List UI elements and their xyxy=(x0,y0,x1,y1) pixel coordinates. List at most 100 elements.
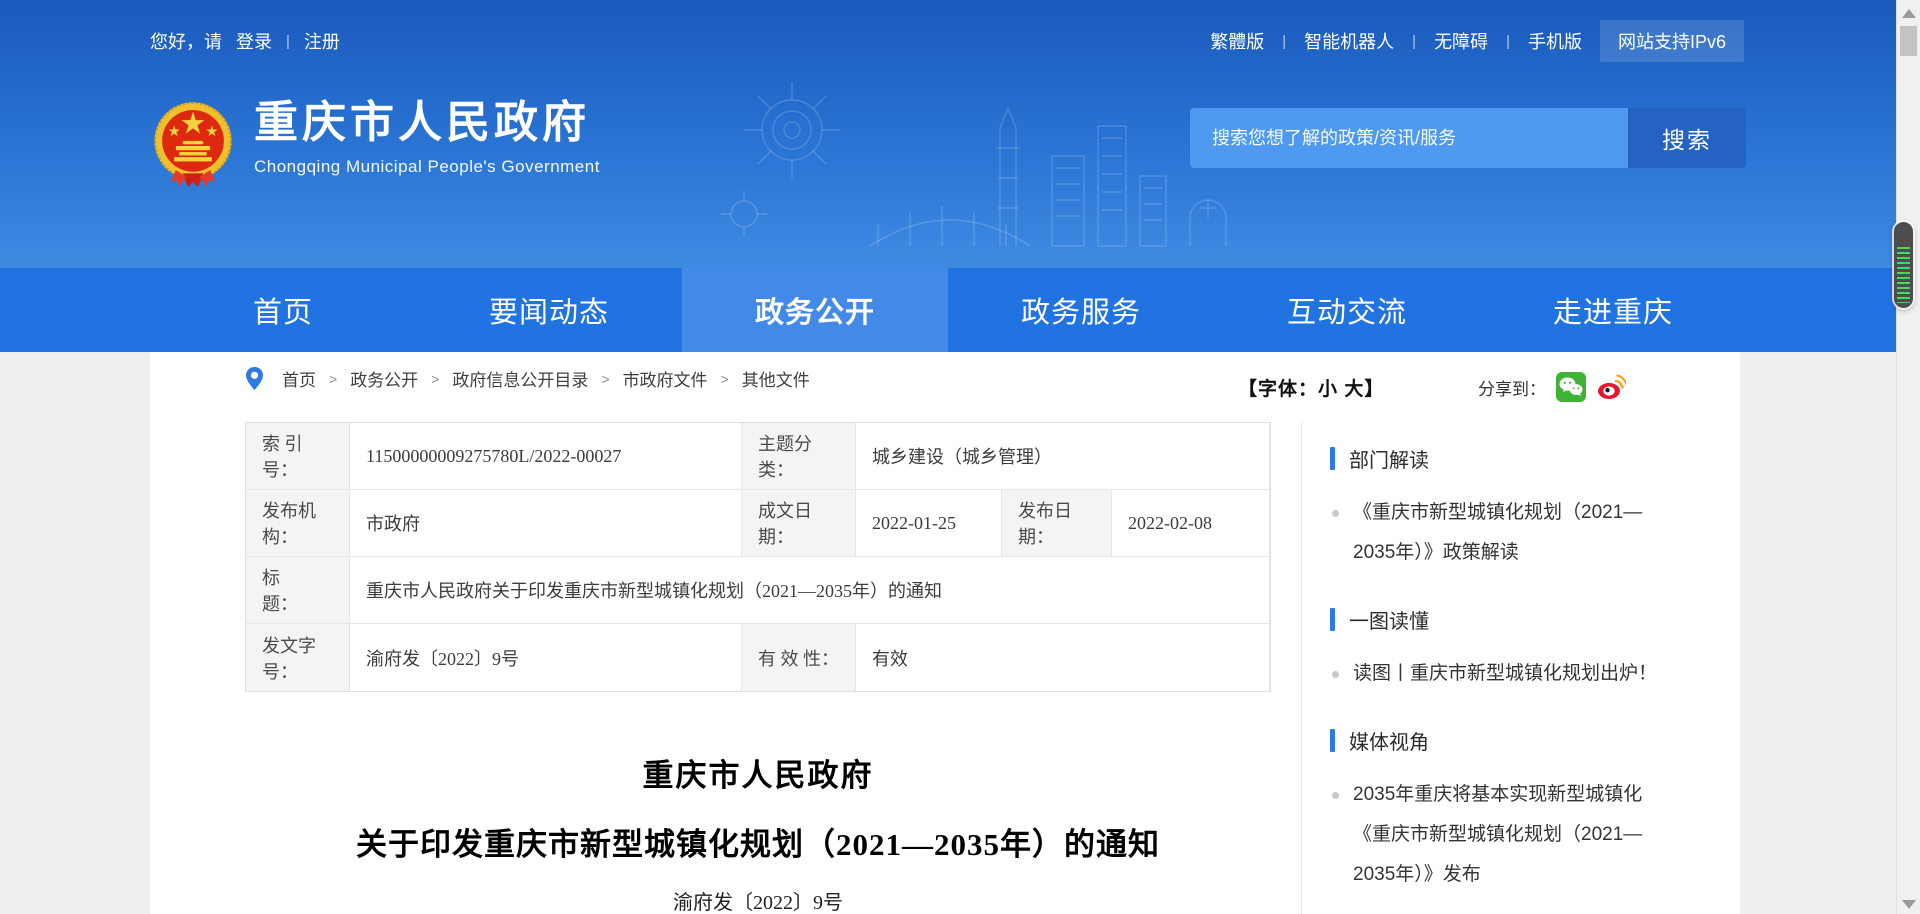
meta-index-value: 11500000009275780L/2022-00027 xyxy=(350,423,742,490)
location-pin-icon xyxy=(246,367,263,390)
login-link[interactable]: 登录 xyxy=(236,28,272,54)
nav-item-interaction[interactable]: 互动交流 xyxy=(1214,268,1480,352)
meta-validity-label: 有 效 性： xyxy=(742,624,856,691)
meta-agency-label: 发布机构： xyxy=(246,490,350,557)
utility-links: 繁體版 | 智能机器人 | 无障碍 | 手机版 网站支持IPv6 xyxy=(1210,20,1744,62)
crumb-city-documents[interactable]: 市政府文件 xyxy=(623,366,708,391)
meta-agency-value: 市政府 xyxy=(350,490,742,557)
main-nav: 首页 要闻动态 政务公开 政务服务 互动交流 走进重庆 xyxy=(0,268,1896,352)
font-larger-button[interactable]: 大 xyxy=(1344,379,1364,400)
site-header: 您好，请 登录 | 注册 繁體版 | 智能机器人 | 无障碍 | 手机版 网站支… xyxy=(0,0,1896,268)
breadcrumb: 首页 > 政务公开 > 政府信息公开目录 > 市政府文件 > 其他文件 xyxy=(246,366,810,391)
meta-topic-value: 城乡建设（城乡管理） xyxy=(856,423,1270,490)
separator: | xyxy=(1282,33,1286,50)
national-emblem-icon xyxy=(150,98,236,194)
sidebar-link-item[interactable]: 读图丨重庆市新型城镇化规划出炉！ xyxy=(1330,654,1730,694)
document-metadata-table: 索 引 号： 11500000009275780L/2022-00027 主题分… xyxy=(245,422,1271,692)
separator: | xyxy=(1412,33,1416,50)
document-issuer: 重庆市人民政府 xyxy=(245,750,1271,795)
sidebar-link-item[interactable]: 2035年重庆将基本实现新型城镇化 《重庆市新型城镇化规划（2021—2035年… xyxy=(1330,775,1730,895)
browser-page: 您好，请 登录 | 注册 繁體版 | 智能机器人 | 无障碍 | 手机版 网站支… xyxy=(0,0,1920,914)
share-bar: 分享到： xyxy=(1478,372,1626,402)
font-size-suffix: 】 xyxy=(1364,379,1384,400)
meta-topic-label: 主题分类： xyxy=(742,423,856,490)
font-size-control: 【字体：小 大】 xyxy=(1238,374,1384,401)
sidebar-link[interactable]: 《重庆市新型城镇化规划（2021—2035年）》政策解读 xyxy=(1353,493,1661,573)
traditional-chinese-link[interactable]: 繁體版 xyxy=(1210,28,1264,54)
meta-publish-date-value: 2022-02-08 xyxy=(1112,490,1270,557)
meta-validity-value: 有效 xyxy=(856,624,1270,691)
section-title-text: 一图读懂 xyxy=(1349,605,1429,634)
search-input[interactable] xyxy=(1190,108,1628,168)
nav-item-gov-info[interactable]: 政务公开 xyxy=(682,268,948,352)
crumb-separator: > xyxy=(721,371,729,387)
content-background: 首页 > 政务公开 > 政府信息公开目录 > 市政府文件 > 其他文件 【字体：… xyxy=(0,352,1896,914)
scrollbar-down-arrow-icon[interactable] xyxy=(1902,900,1916,909)
crumb-info-catalog[interactable]: 政府信息公开目录 xyxy=(452,366,588,391)
document-number: 渝府发〔2022〕9号 xyxy=(245,886,1271,914)
font-smaller-button[interactable]: 小 xyxy=(1318,379,1338,400)
smart-robot-link[interactable]: 智能机器人 xyxy=(1304,28,1394,54)
browser-scrollbar[interactable] xyxy=(1896,0,1920,914)
site-logo[interactable]: 重庆市人民政府 Chongqing Municipal People's Gov… xyxy=(150,98,600,194)
section-accent-bar xyxy=(1330,447,1335,470)
crumb-separator: > xyxy=(329,371,337,387)
header-skyline-decoration xyxy=(700,68,1260,266)
breadcrumb-row: 首页 > 政务公开 > 政府信息公开目录 > 市政府文件 > 其他文件 【字体：… xyxy=(150,366,1740,412)
site-page: 您好，请 登录 | 注册 繁體版 | 智能机器人 | 无障碍 | 手机版 网站支… xyxy=(0,0,1896,914)
sidebar-link[interactable]: 2035年重庆将基本实现新型城镇化 《重庆市新型城镇化规划（2021—2035年… xyxy=(1353,775,1661,895)
utility-bar: 您好，请 登录 | 注册 繁體版 | 智能机器人 | 无障碍 | 手机版 网站支… xyxy=(150,22,1744,60)
login-area: 您好，请 登录 | 注册 xyxy=(150,28,340,54)
scroll-progress-widget[interactable] xyxy=(1894,222,1913,308)
section-accent-bar xyxy=(1330,729,1335,752)
wechat-share-icon[interactable] xyxy=(1556,372,1586,402)
separator: | xyxy=(286,33,290,50)
site-subtitle: Chongqing Municipal People's Government xyxy=(254,157,600,177)
meta-title-label: 标 题： xyxy=(246,557,350,624)
content-card: 首页 > 政务公开 > 政府信息公开目录 > 市政府文件 > 其他文件 【字体：… xyxy=(150,352,1740,914)
related-sidebar: 部门解读 《重庆市新型城镇化规划（2021—2035年）》政策解读 一图读懂 xyxy=(1330,444,1730,914)
section-title-text: 媒体视角 xyxy=(1349,726,1429,755)
nav-item-services[interactable]: 政务服务 xyxy=(948,268,1214,352)
sidebar-link-item[interactable]: 《重庆市新型城镇化规划（2021—2035年）》政策解读 xyxy=(1330,493,1730,573)
nav-item-about-chongqing[interactable]: 走进重庆 xyxy=(1480,268,1746,352)
crumb-home[interactable]: 首页 xyxy=(282,366,316,391)
meta-index-label: 索 引 号： xyxy=(246,423,350,490)
sidebar-link[interactable]: 读图丨重庆市新型城镇化规划出炉！ xyxy=(1353,654,1661,694)
crumb-gov-info[interactable]: 政务公开 xyxy=(350,366,418,391)
search-button[interactable]: 搜索 xyxy=(1628,108,1746,168)
mobile-version-link[interactable]: 手机版 xyxy=(1528,28,1582,54)
sidebar-section-title: 部门解读 xyxy=(1330,444,1730,473)
nav-item-news[interactable]: 要闻动态 xyxy=(416,268,682,352)
site-title-block: 重庆市人民政府 Chongqing Municipal People's Gov… xyxy=(254,98,600,177)
meta-title-value: 重庆市人民政府关于印发重庆市新型城镇化规划（2021—2035年）的通知 xyxy=(350,557,1270,624)
sidebar-section-dept-interpretation: 部门解读 《重庆市新型城镇化规划（2021—2035年）》政策解读 xyxy=(1330,444,1730,573)
weibo-share-icon[interactable] xyxy=(1596,372,1626,402)
bullet-icon xyxy=(1332,671,1339,678)
crumb-separator: > xyxy=(601,371,609,387)
nav-item-home[interactable]: 首页 xyxy=(150,268,416,352)
font-size-prefix: 【字体： xyxy=(1238,379,1318,400)
sidebar-section-media-view: 媒体视角 2035年重庆将基本实现新型城镇化 《重庆市新型城镇化规划（2021—… xyxy=(1330,726,1730,895)
crumb-separator: > xyxy=(431,371,439,387)
bullet-icon xyxy=(1332,792,1339,799)
meta-written-date-label: 成文日期： xyxy=(742,490,856,557)
separator: | xyxy=(1506,33,1510,50)
sidebar-section-title: 媒体视角 xyxy=(1330,726,1730,755)
meta-written-date-value: 2022-01-25 xyxy=(856,490,1002,557)
meta-docno-label: 发文字号： xyxy=(246,624,350,691)
greeting-text: 您好，请 xyxy=(150,28,222,54)
crumb-other-documents[interactable]: 其他文件 xyxy=(742,366,810,391)
register-link[interactable]: 注册 xyxy=(304,28,340,54)
document-heading: 重庆市人民政府 关于印发重庆市新型城镇化规划（2021—2035年）的通知 渝府… xyxy=(245,750,1271,914)
site-search: 搜索 xyxy=(1190,108,1746,168)
accessibility-link[interactable]: 无障碍 xyxy=(1434,28,1488,54)
bullet-icon xyxy=(1332,510,1339,517)
scrollbar-thumb[interactable] xyxy=(1900,26,1917,56)
content-divider xyxy=(1301,422,1302,914)
ipv6-support-badge[interactable]: 网站支持IPv6 xyxy=(1600,20,1744,62)
scroll-widget-stripes xyxy=(1897,247,1910,303)
scrollbar-up-arrow-icon[interactable] xyxy=(1902,9,1916,18)
sidebar-section-title: 一图读懂 xyxy=(1330,605,1730,634)
site-title: 重庆市人民政府 xyxy=(254,98,600,149)
